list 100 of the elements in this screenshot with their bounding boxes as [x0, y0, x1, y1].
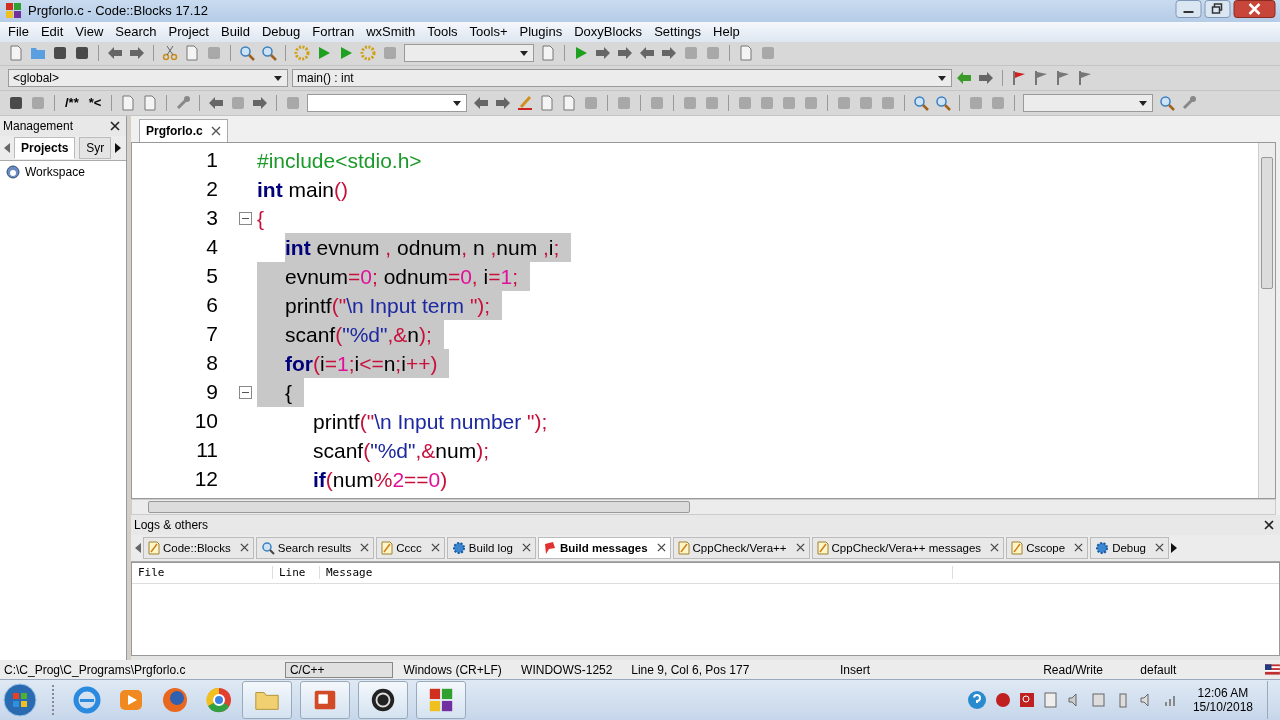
copy-icon[interactable]: [184, 45, 200, 62]
close-icon[interactable]: [1074, 543, 1084, 553]
bookmark-flag-icon[interactable]: [1011, 70, 1027, 87]
log-tab[interactable]: CppCheck/Vera++: [672, 536, 810, 559]
menu-item[interactable]: Debug: [255, 24, 307, 40]
close-icon[interactable]: [110, 120, 120, 131]
vertical-scrollbar[interactable]: [1258, 142, 1275, 498]
log-tab[interactable]: Build log: [446, 536, 536, 559]
scroll-left-icon[interactable]: [135, 542, 141, 553]
log-tab[interactable]: Search results: [255, 536, 375, 559]
log-tab[interactable]: Build messages: [537, 536, 671, 559]
close-icon[interactable]: [990, 543, 1000, 553]
menu-item[interactable]: Plugins: [513, 24, 569, 40]
search-combo[interactable]: [1023, 93, 1154, 112]
fold-marker-icon[interactable]: [239, 385, 252, 399]
run-icon[interactable]: [316, 45, 332, 62]
menu-item[interactable]: Fortran: [306, 24, 361, 40]
close-icon[interactable]: [1264, 519, 1274, 530]
minimize-button[interactable]: [1175, 0, 1202, 18]
line-number: 9: [205, 380, 218, 405]
menu-item[interactable]: Search: [109, 24, 163, 40]
menu-item[interactable]: View: [69, 24, 110, 40]
close-icon[interactable]: [795, 543, 805, 553]
code-editor[interactable]: [131, 141, 1276, 499]
close-icon[interactable]: [656, 543, 666, 553]
file-tab[interactable]: Prgforlo.c: [139, 118, 228, 142]
log-tab[interactable]: Cscope: [1006, 536, 1089, 559]
menu-item[interactable]: Help: [707, 24, 746, 40]
log-tab[interactable]: Code::Blocks: [143, 536, 254, 559]
panel-tab[interactable]: Projects: [14, 136, 76, 159]
menu-item[interactable]: wxSmith: [360, 24, 422, 40]
scroll-left-icon[interactable]: [4, 142, 10, 153]
scope-dropdown[interactable]: <global>: [8, 69, 288, 88]
debug-window-icon[interactable]: [738, 45, 754, 62]
cut-icon[interactable]: [162, 45, 178, 62]
log-tab[interactable]: Debug: [1090, 536, 1169, 559]
comment-button[interactable]: *<: [86, 95, 104, 111]
forward-arrow-icon[interactable]: [978, 70, 994, 87]
log-tab[interactable]: Cccc: [376, 536, 445, 559]
log-tab[interactable]: CppCheck/Vera++ messages: [811, 536, 1005, 559]
clear-bookmarks-icon[interactable]: [1077, 70, 1093, 87]
settings-icon[interactable]: [1181, 94, 1198, 111]
menu-item[interactable]: Tools+: [463, 24, 514, 40]
comment-button[interactable]: /**: [63, 95, 81, 111]
search-icon[interactable]: [1159, 94, 1176, 111]
tray-icon[interactable]: [994, 692, 1011, 709]
menu-item[interactable]: DoxyBlocks: [568, 24, 649, 40]
close-icon[interactable]: [1155, 543, 1164, 553]
panel-tab[interactable]: Syr: [79, 136, 112, 159]
next-icon[interactable]: [495, 94, 512, 111]
scroll-right-icon[interactable]: [1171, 542, 1177, 553]
search-icon[interactable]: [239, 45, 255, 62]
taskbar-app-button[interactable]: [416, 681, 466, 720]
wrench-icon[interactable]: [175, 94, 192, 111]
column-header[interactable]: File: [132, 566, 273, 580]
taskbar-app-button[interactable]: [358, 681, 408, 720]
menu-item[interactable]: File: [2, 24, 35, 40]
column-header[interactable]: Line: [273, 566, 320, 580]
debug-run-icon[interactable]: [573, 45, 589, 62]
build-run-icon[interactable]: [338, 45, 354, 62]
pin-icon: [542, 540, 557, 555]
close-icon[interactable]: [239, 543, 249, 553]
note-icon: [677, 540, 690, 555]
fold-marker-icon[interactable]: [239, 211, 252, 225]
clock[interactable]: 12:06 AM 15/10/2018: [1192, 686, 1253, 715]
function-dropdown[interactable]: main() : int: [292, 69, 952, 88]
menu-item[interactable]: Settings: [648, 24, 708, 40]
highlight-icon[interactable]: [517, 94, 534, 111]
next-bookmark-icon[interactable]: [1055, 70, 1071, 87]
close-button[interactable]: [1233, 0, 1276, 18]
restore-button[interactable]: [1204, 0, 1231, 18]
rebuild-icon[interactable]: [360, 45, 376, 62]
close-icon[interactable]: [521, 543, 531, 553]
scroll-right-icon[interactable]: [115, 142, 122, 153]
search-combo[interactable]: [307, 93, 468, 112]
tray-icon[interactable]: [1018, 692, 1035, 709]
new-file-icon[interactable]: [8, 45, 24, 62]
column-header[interactable]: Message: [320, 566, 953, 580]
menu-item[interactable]: Edit: [34, 24, 70, 40]
step-icon[interactable]: [595, 45, 611, 62]
previous-bookmark-icon[interactable]: [1033, 70, 1049, 87]
next-instruction-icon[interactable]: [661, 45, 677, 62]
step-into-icon[interactable]: [617, 45, 633, 62]
open-folder-icon[interactable]: [30, 45, 46, 62]
browser-e-icon[interactable]: [72, 685, 102, 716]
menu-item[interactable]: Tools: [421, 24, 464, 40]
build-target-dropdown[interactable]: [404, 44, 534, 63]
build-gear-icon[interactable]: [294, 45, 310, 62]
menu-item[interactable]: Project: [162, 24, 215, 40]
close-icon[interactable]: [210, 125, 221, 136]
zoom-in-icon[interactable]: [913, 94, 930, 111]
replace-icon[interactable]: [261, 45, 277, 62]
menu-item[interactable]: Build: [215, 24, 256, 40]
tree-item[interactable]: Workspace: [25, 164, 85, 179]
zoom-out-icon[interactable]: [935, 94, 952, 111]
last-icon[interactable]: [252, 94, 269, 111]
close-icon[interactable]: [430, 543, 440, 553]
start-button[interactable]: [2, 682, 38, 719]
close-icon[interactable]: [360, 543, 370, 553]
redo-icon[interactable]: [129, 45, 145, 62]
